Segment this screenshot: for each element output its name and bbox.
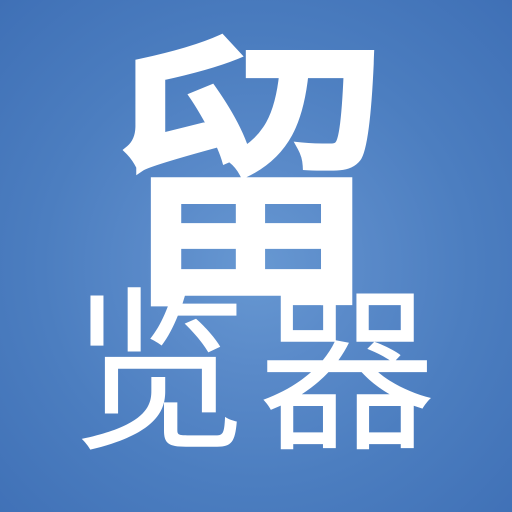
browser-app-icon: 留 览器 xyxy=(0,0,512,512)
icon-subtitle-characters: 览器 xyxy=(70,270,446,477)
icon-main-character: 留 xyxy=(107,11,393,347)
